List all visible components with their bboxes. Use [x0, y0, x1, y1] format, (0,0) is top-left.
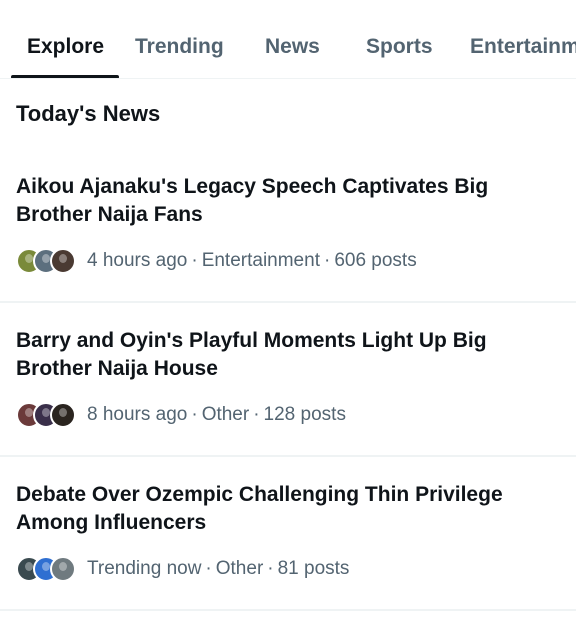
tab-news[interactable]: News: [265, 34, 320, 60]
avatar-group: [16, 402, 78, 428]
news-story[interactable]: Barry and Oyin's Playful Moments Light U…: [0, 327, 576, 455]
tab-entertainment[interactable]: Entertainment: [470, 34, 576, 60]
story-meta: 4 hours ago · Entertainment · 606 posts: [16, 248, 417, 274]
story-meta: Trending now · Other · 81 posts: [16, 556, 349, 582]
tab-trending[interactable]: Trending: [135, 34, 224, 60]
avatar-group: [16, 556, 78, 582]
story-divider: [0, 609, 576, 611]
section-title: Today's News: [16, 101, 161, 126]
story-title: Debate Over Ozempic Challenging Thin Pri…: [16, 483, 503, 534]
tab-explore[interactable]: Explore: [27, 34, 104, 60]
story-time: 8 hours ago: [87, 404, 188, 425]
meta-separator: ·: [191, 250, 198, 271]
meta-separator: ·: [323, 250, 331, 271]
story-category: Other: [201, 404, 250, 425]
meta-separator: ·: [205, 558, 212, 579]
story-post-count: 128 posts: [263, 404, 346, 425]
news-story[interactable]: Aikou Ajanaku's Legacy Speech Captivates…: [0, 173, 576, 301]
story-time: 4 hours ago: [87, 250, 188, 271]
story-post-count: 606 posts: [334, 250, 417, 271]
active-tab-indicator: [11, 75, 119, 78]
story-category: Other: [215, 558, 264, 579]
story-divider: [0, 455, 576, 457]
story-category: Entertainment: [201, 250, 320, 271]
story-title: Barry and Oyin's Playful Moments Light U…: [16, 329, 487, 380]
news-story[interactable]: Debate Over Ozempic Challenging Thin Pri…: [0, 481, 576, 609]
avatar: [50, 556, 76, 582]
story-post-count: 81 posts: [277, 558, 350, 579]
story-title: Aikou Ajanaku's Legacy Speech Captivates…: [16, 175, 489, 226]
avatar-group: [16, 248, 78, 274]
tab-sports[interactable]: Sports: [366, 34, 433, 60]
meta-separator: ·: [267, 558, 274, 579]
story-time: Trending now: [87, 558, 202, 579]
explore-tab-bar: Explore Trending News Sports Entertainme…: [0, 0, 576, 79]
meta-separator: ·: [253, 404, 260, 425]
meta-separator: ·: [191, 404, 198, 425]
story-divider: [0, 301, 576, 303]
avatar: [50, 402, 76, 428]
avatar: [50, 248, 76, 274]
story-meta: 8 hours ago · Other · 128 posts: [16, 402, 346, 428]
